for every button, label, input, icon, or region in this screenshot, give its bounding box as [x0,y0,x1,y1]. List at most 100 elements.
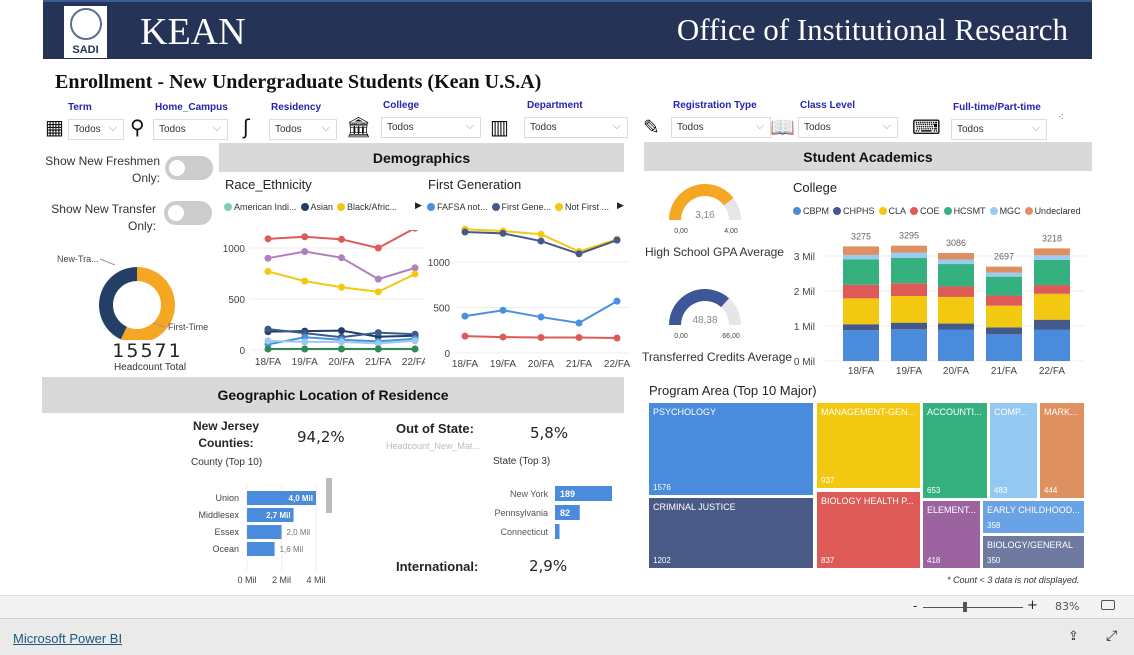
brand-title: KEAN [140,11,246,53]
legend-item[interactable]: Not First ... [555,202,609,212]
bar-segment [1034,259,1070,286]
filter-dropdown[interactable]: Todos ⌵ [951,119,1047,140]
legend-next-arrow-icon[interactable]: ▶ [415,201,422,211]
bar-segment [891,329,927,361]
gauge-max: 66,00 [722,333,740,340]
treemap-tile[interactable]: MANAGEMENT-GEN... 937 [816,402,921,489]
treemap-tile[interactable]: COMP... 483 [989,402,1038,499]
gpa-gauge: 3,16 0,00 4,00 [669,184,741,235]
headcount-label: Headcount Total [113,362,187,373]
filter-dropdown[interactable]: Todos ⌵ [269,119,337,140]
filter-label: Registration Type [673,100,757,111]
tile-value: 350 [987,556,1001,565]
powerbi-link[interactable]: Microsoft Power BI [13,631,122,646]
x-tick-label: 22/FA [1039,366,1065,377]
legend-item[interactable]: HCSMT [943,206,986,216]
x-tick-label: 21/FA [566,359,592,370]
bar-segment [986,295,1022,306]
logo-text: SADI [72,44,99,56]
filter-value: Todos [275,124,302,135]
legend-label: MGC [999,206,1021,216]
oos-kpi-value: 5,8% [530,424,569,442]
treemap-tile[interactable]: PSYCHOLOGY 1576 [648,402,814,496]
treemap-tile[interactable]: EARLY CHILDHOOD... 358 [982,500,1085,534]
college-building-icon: 🏛 [346,115,372,139]
chevron-down-icon: ⌵ [1031,122,1040,134]
legend-dot-icon [300,203,309,211]
legend-item[interactable]: MGC [989,206,1021,216]
legend-item[interactable]: First Gene... [491,202,551,212]
treemap-tile[interactable]: BIOLOGY HEALTH P... 837 [816,491,921,569]
bar-segment [938,286,974,297]
filter-dropdown[interactable]: Todos ⌵ [524,117,628,138]
data-point [264,254,272,262]
filter-dropdown[interactable]: Todos ⌵ [671,117,771,138]
total-label: 2697 [994,252,1014,262]
tile-label: MANAGEMENT-GEN... [821,407,916,417]
data-point [499,229,507,237]
data-point [338,254,345,262]
legend-item[interactable]: CLA [878,206,906,216]
filter-label: Department [527,100,583,111]
bar [247,542,275,556]
share-icon[interactable]: ⇪ [1068,629,1079,644]
legend-dot-icon [793,207,801,215]
student-desk-icon: ⌨ [912,115,941,139]
data-point [338,345,345,353]
chevron-down-icon: ⌵ [212,122,221,134]
firstgen-chart-title: First Generation [428,177,522,192]
legend-item[interactable]: Undeclared [1024,206,1081,216]
intl-kpi-label: International: [396,559,479,574]
bar-segment [938,252,974,260]
x-tick-label: 18/FA [255,357,281,368]
legend-label: American Indi... [234,202,297,212]
filter-dropdown[interactable]: Todos ⌵ [68,119,124,140]
treemap-tile[interactable]: MARK... 444 [1039,402,1085,499]
bar-segment [1034,329,1070,361]
treemap-tile[interactable]: BIOLOGY/GENERAL 350 [982,535,1085,569]
legend-item[interactable]: FAFSA not... [427,202,488,212]
legend-dot-icon [1024,207,1033,215]
zoom-bar: - + 83% [0,595,1134,618]
filter-dropdown[interactable]: Todos ⌵ [798,117,898,138]
first-generation-chart: 0 500 1000 18/FA 19/FA 20/FA 21/FA 22/FA [428,225,630,370]
zoom-slider[interactable] [923,607,1023,608]
fullscreen-icon[interactable]: ⤢ [1106,628,1117,644]
treemap-tile[interactable]: ACCOUNTI... 653 [922,402,988,499]
scrollbar-thumb[interactable] [326,478,332,513]
bar-segment [986,305,1022,328]
zoom-in-button[interactable]: + [1027,598,1038,613]
treemap-tile[interactable]: ELEMENT... 418 [922,500,981,569]
legend-item[interactable]: American Indi... [224,202,297,212]
data-point [301,277,309,285]
bar-segment [843,298,879,325]
tile-value: 418 [927,556,941,565]
data-point [374,288,382,296]
total-label: 3218 [1042,233,1062,243]
donut-label: New-Tra... [57,254,99,264]
toggle-transfer[interactable] [164,201,212,225]
data-point [613,236,621,244]
race-chart-title: Race_Ethnicity [225,177,312,192]
legend-item[interactable]: CBPM [793,206,829,216]
zoom-slider-thumb[interactable] [963,602,967,612]
filter-dropdown[interactable]: Todos ⌵ [381,117,481,138]
legend-item[interactable]: Black/Afric... [337,202,397,212]
zoom-out-button[interactable]: - [913,599,917,613]
data-point [461,312,469,320]
treemap-tile[interactable]: CRIMINAL JUSTICE 1202 [648,497,814,569]
fit-to-page-icon[interactable] [1101,600,1115,610]
data-point [374,275,382,283]
loading-spinner-icon: ⁖ [1058,112,1064,123]
legend-dot-icon [337,203,346,211]
legend-item[interactable]: CHPHS [833,206,875,216]
legend-item[interactable]: COE [910,206,940,216]
legend-item[interactable]: Asian [300,202,333,212]
legend-next-arrow-icon[interactable]: ▶ [617,201,624,211]
credits-gauge: 48,38 0,00 66,00 [669,289,741,340]
legend-dot-icon [833,207,842,215]
y-tick-label: 500 [433,304,450,315]
toggle-freshmen[interactable] [165,156,213,180]
filter-dropdown[interactable]: Todos ⌵ [153,119,228,140]
zoom-level: 83% [1055,600,1080,613]
